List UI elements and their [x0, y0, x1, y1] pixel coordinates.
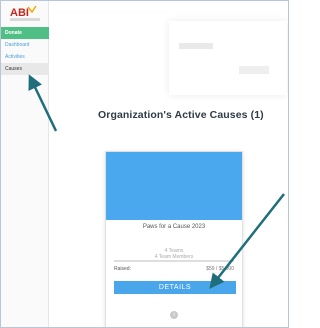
sidebar: ABI Donate Dashboard Activities Causes — [1, 1, 49, 327]
sidebar-item-donate[interactable]: Donate — [1, 27, 49, 39]
details-button[interactable]: DETAILS — [114, 281, 236, 294]
cause-stats: 4 Teams 4 Team Members — [106, 248, 242, 260]
banner-blurred-text — [239, 66, 269, 74]
raised-label: Raised: — [114, 266, 131, 272]
cause-card[interactable]: Paws for a Cause 2023 4 Teams 4 Team Mem… — [105, 151, 243, 327]
banner-blurred-text — [179, 43, 213, 49]
info-icon[interactable]: i — [170, 311, 178, 319]
raised-progress-bar — [114, 260, 234, 262]
sidebar-item-activities[interactable]: Activities — [1, 51, 49, 63]
logo-text: ABI — [10, 7, 29, 19]
sidebar-item-causes[interactable]: Causes — [1, 63, 49, 75]
organization-banner — [169, 21, 287, 95]
app-frame: ABI Donate Dashboard Activities Causes O… — [0, 0, 289, 328]
abi-logo[interactable]: ABI — [8, 4, 48, 26]
raised-row: Raised: $59 / $5,000 — [114, 266, 234, 272]
sidebar-item-dashboard[interactable]: Dashboard — [1, 39, 49, 51]
cause-image[interactable] — [106, 152, 242, 220]
raised-amount: $59 / $5,000 — [206, 266, 234, 272]
cause-title: Paws for a Cause 2023 — [142, 224, 206, 230]
sidebar-nav: Donate Dashboard Activities Causes — [1, 27, 49, 75]
page-title: Organization's Active Causes (1) — [98, 109, 264, 121]
